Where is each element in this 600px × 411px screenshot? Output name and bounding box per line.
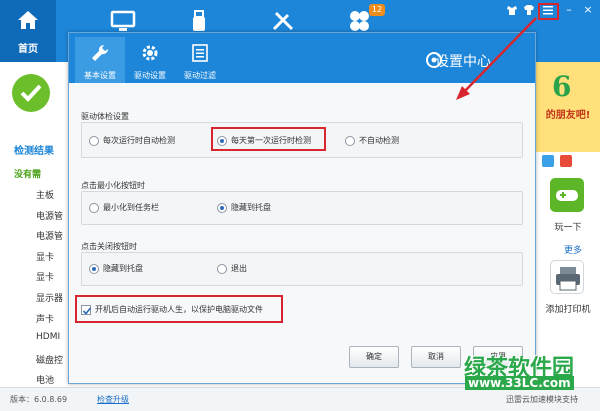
banner-text: 的朋友吧!: [545, 110, 591, 121]
list-item[interactable]: 电源管: [36, 229, 63, 242]
group-title: 点击关闭按钮时: [81, 242, 137, 251]
result-title: 检测结果: [14, 146, 54, 157]
tile-label[interactable]: 添加打印机: [536, 302, 600, 315]
tab-driver-settings[interactable]: 驱动设置: [125, 37, 175, 83]
dialog-header: 基本设置 驱动设置 驱动过滤 设置中心: [69, 33, 535, 83]
radio-button[interactable]: [89, 135, 99, 146]
radio-label: 退出: [231, 264, 247, 273]
ok-button[interactable]: 确定: [349, 346, 399, 368]
home-icon: [18, 11, 38, 29]
radio-option[interactable]: 隐藏到托盘: [89, 263, 143, 274]
apps-badge: 12: [369, 4, 385, 16]
radio-label: 每次运行时自动检测: [103, 136, 175, 145]
list-item[interactable]: 电源管: [36, 209, 63, 222]
check-update-link[interactable]: 检查升级: [97, 394, 129, 405]
radio-label: 隐藏到托盘: [231, 203, 271, 212]
list-item[interactable]: HDMI: [36, 332, 60, 342]
group-title: 驱动体检设置: [81, 112, 129, 121]
right-panel: 6 的朋友吧! 玩一下 更多 添加打印机: [536, 62, 600, 387]
printer-icon[interactable]: [550, 260, 584, 294]
promo-banner[interactable]: 6 的朋友吧!: [536, 62, 600, 152]
list-item[interactable]: 显示器: [36, 291, 63, 304]
tab-label: 驱动过滤: [184, 71, 216, 80]
more-link[interactable]: 更多: [564, 243, 582, 256]
version-label: 版本：6.0.8.69: [10, 395, 68, 404]
settings-dialog: 基本设置 驱动设置 驱动过滤 设置中心 驱动体检设置 每次运行时自动检测 每天第…: [68, 32, 536, 384]
banner-logo: 6: [552, 70, 572, 103]
tab-label: 驱动设置: [134, 71, 166, 80]
tab-label: 基本设置: [84, 71, 116, 80]
close-button[interactable]: ×: [580, 2, 596, 18]
settings-group: [81, 252, 523, 286]
gear-icon: [142, 45, 158, 61]
tab-driver-filter[interactable]: 驱动过滤: [175, 37, 225, 83]
usb-icon[interactable]: [184, 9, 214, 33]
list-item[interactable]: 显卡: [36, 250, 54, 263]
list-item[interactable]: 声卡: [36, 312, 54, 325]
autostart-option[interactable]: 开机后自动运行驱动人生，以保护电脑驱动文件: [81, 304, 263, 315]
result-subtitle: 没有需: [14, 170, 42, 180]
share-icon[interactable]: [542, 155, 554, 167]
list-icon: [192, 44, 208, 62]
gamepad-icon[interactable]: [550, 178, 584, 212]
radio-button[interactable]: [345, 135, 355, 146]
dialog-title: 设置中心: [435, 54, 491, 70]
dialog-body: 驱动体检设置 每次运行时自动检测 每天第一次运行时检测 不自动检测 点击最小化按…: [69, 83, 535, 383]
wrench-icon: [92, 44, 109, 61]
menu-highlight-box: [538, 3, 559, 20]
list-item[interactable]: 主板: [36, 188, 54, 201]
radio-option[interactable]: 每天第一次运行时检测: [217, 135, 311, 146]
radio-button[interactable]: [89, 263, 99, 274]
radio-option[interactable]: 退出: [217, 263, 247, 274]
status-bar: 版本：6.0.8.69 检查升级 迅雷云加速模块支持: [0, 387, 600, 411]
left-panel: 检测结果 没有需 主板 电源管 电源管 显卡 显卡 显示器 声卡 HDMI 磁盘…: [0, 62, 68, 411]
status-check-icon: [12, 74, 50, 112]
radio-option[interactable]: 最小化到任务栏: [89, 202, 159, 213]
radio-option[interactable]: 隐藏到托盘: [217, 202, 271, 213]
group-title: 点击最小化按钮时: [81, 181, 145, 190]
radio-label: 每天第一次运行时检测: [231, 136, 311, 145]
radio-button[interactable]: [217, 202, 227, 213]
status-right-text: 迅雷云加速模块支持: [506, 395, 578, 404]
tools-icon[interactable]: [268, 9, 298, 33]
radio-label: 最小化到任务栏: [103, 203, 159, 212]
list-item[interactable]: 磁盘控: [36, 353, 63, 366]
radio-button[interactable]: [217, 263, 227, 274]
watermark-url: www.33LC.com: [465, 376, 574, 390]
checkbox-label: 开机后自动运行驱动人生，以保护电脑驱动文件: [95, 305, 263, 314]
monitor-icon[interactable]: [108, 9, 138, 33]
autostart-checkbox[interactable]: [81, 304, 92, 315]
weibo-icon[interactable]: [559, 155, 572, 167]
radio-option[interactable]: 每次运行时自动检测: [89, 135, 175, 146]
radio-label: 不自动检测: [359, 136, 399, 145]
home-tab-label: 首页: [18, 44, 38, 55]
tab-basic-settings[interactable]: 基本设置: [75, 37, 125, 83]
tile-label[interactable]: 玩一下: [536, 220, 600, 233]
cancel-button[interactable]: 取消: [411, 346, 461, 368]
radio-option[interactable]: 不自动检测: [345, 135, 399, 146]
radio-label: 隐藏到托盘: [103, 264, 143, 273]
radio-button[interactable]: [217, 135, 227, 146]
list-item[interactable]: 显卡: [36, 270, 54, 283]
home-tab[interactable]: 首页: [0, 0, 56, 62]
skin-icon[interactable]: [504, 2, 520, 18]
list-item[interactable]: 电池: [36, 373, 54, 386]
radio-button[interactable]: [89, 202, 99, 213]
minimize-button[interactable]: –: [561, 2, 577, 18]
social-icons: [542, 155, 575, 169]
shirt-icon[interactable]: [521, 2, 537, 18]
